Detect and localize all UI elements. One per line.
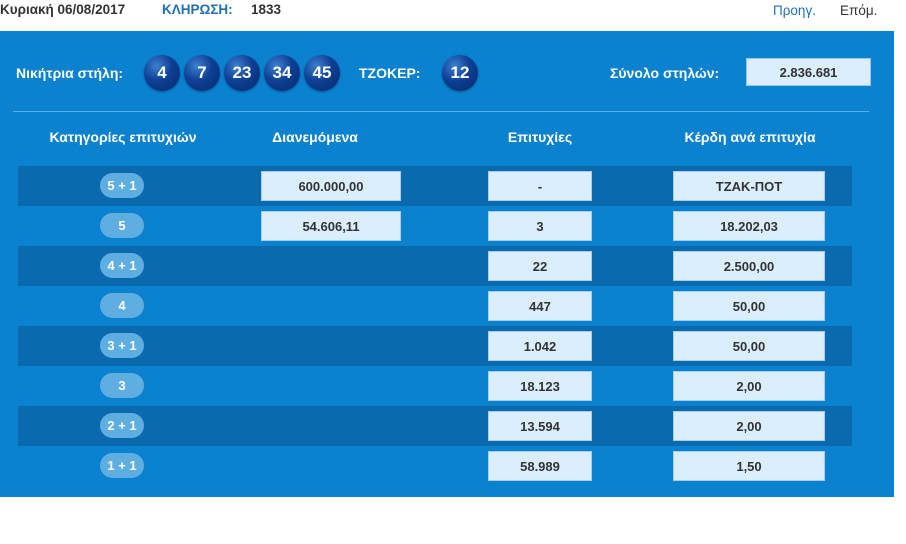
winning-label: Νικήτρια στήλη: (16, 65, 124, 81)
category-badge: 3 (100, 373, 144, 398)
winning-row: Νικήτρια στήλη: 4 7 23 34 45 ΤΖΟΚΕΡ: 12 … (0, 31, 894, 111)
table-row: 2 + 1 13.594 2,00 (18, 406, 852, 446)
category-badge: 5 (100, 213, 144, 238)
previous-draw-link[interactable]: Προηγ. (773, 3, 816, 18)
winners-cell: 1.042 (488, 331, 592, 361)
winners-cell: 3 (488, 211, 592, 241)
category-badge: 2 + 1 (100, 413, 144, 438)
distributed-cell: 54.606,11 (261, 211, 401, 241)
table-row: 5 54.606,11 3 18.202,03 (18, 206, 852, 246)
category-badge: 1 + 1 (100, 453, 144, 478)
header-winners: Επιτυχίες (507, 129, 573, 145)
divider (13, 111, 869, 112)
table-row: 4 447 50,00 (18, 286, 852, 326)
winning-ball: 4 (144, 55, 180, 91)
winners-cell: 13.594 (488, 411, 592, 441)
results-panel: Νικήτρια στήλη: 4 7 23 34 45 ΤΖΟΚΕΡ: 12 … (0, 31, 894, 497)
draw-label: ΚΛΗΡΩΣΗ: (162, 2, 233, 17)
prize-cell: 18.202,03 (673, 211, 825, 241)
category-badge: 4 (100, 293, 144, 318)
winning-ball: 23 (224, 55, 260, 91)
winning-ball: 34 (264, 55, 300, 91)
winners-cell: 22 (488, 251, 592, 281)
winning-ball: 7 (184, 55, 220, 91)
header-categories: Κατηγορίες επιτυχιών (49, 129, 197, 145)
total-columns-label: Σύνολο στηλών: (610, 65, 720, 81)
table-row: 3 + 1 1.042 50,00 (18, 326, 852, 366)
draw-number: 1833 (251, 2, 282, 17)
header-prize-per-winner: Κέρδη ανά επιτυχία (684, 129, 816, 145)
table-row: 3 18.123 2,00 (18, 366, 852, 406)
category-badge: 4 + 1 (100, 253, 144, 278)
winners-cell: - (488, 171, 592, 201)
prize-cell: 50,00 (673, 291, 825, 321)
next-draw-link[interactable]: Επόμ. (840, 3, 877, 18)
prize-cell: ΤΖΑΚ-ΠΟΤ (673, 171, 825, 201)
prize-cell: 1,50 (673, 451, 825, 481)
category-badge: 3 + 1 (100, 333, 144, 358)
winners-cell: 18.123 (488, 371, 592, 401)
distributed-cell: 600.000,00 (261, 171, 401, 201)
draw-date: Κυριακή 06/08/2017 (0, 2, 126, 17)
table-row: 1 + 1 58.989 1,50 (18, 446, 852, 486)
winners-cell: 58.989 (488, 451, 592, 481)
table-row: 4 + 1 22 2.500,00 (18, 246, 852, 286)
joker-ball: 12 (442, 55, 478, 91)
prize-cell: 2.500,00 (673, 251, 825, 281)
prize-cell: 2,00 (673, 411, 825, 441)
winning-ball: 45 (304, 55, 340, 91)
table-row: 5 + 1 600.000,00 - ΤΖΑΚ-ΠΟΤ (18, 166, 852, 206)
prize-cell: 50,00 (673, 331, 825, 361)
joker-label: ΤΖΟΚΕΡ: (359, 65, 421, 81)
category-badge: 5 + 1 (100, 173, 144, 198)
total-columns-value: 2.836.681 (746, 58, 871, 86)
draw-header: Κυριακή 06/08/2017 ΚΛΗΡΩΣΗ: 1833 Προηγ. … (0, 0, 906, 22)
prize-cell: 2,00 (673, 371, 825, 401)
header-distributed: Διανεμόμενα (272, 129, 358, 145)
winners-cell: 447 (488, 291, 592, 321)
